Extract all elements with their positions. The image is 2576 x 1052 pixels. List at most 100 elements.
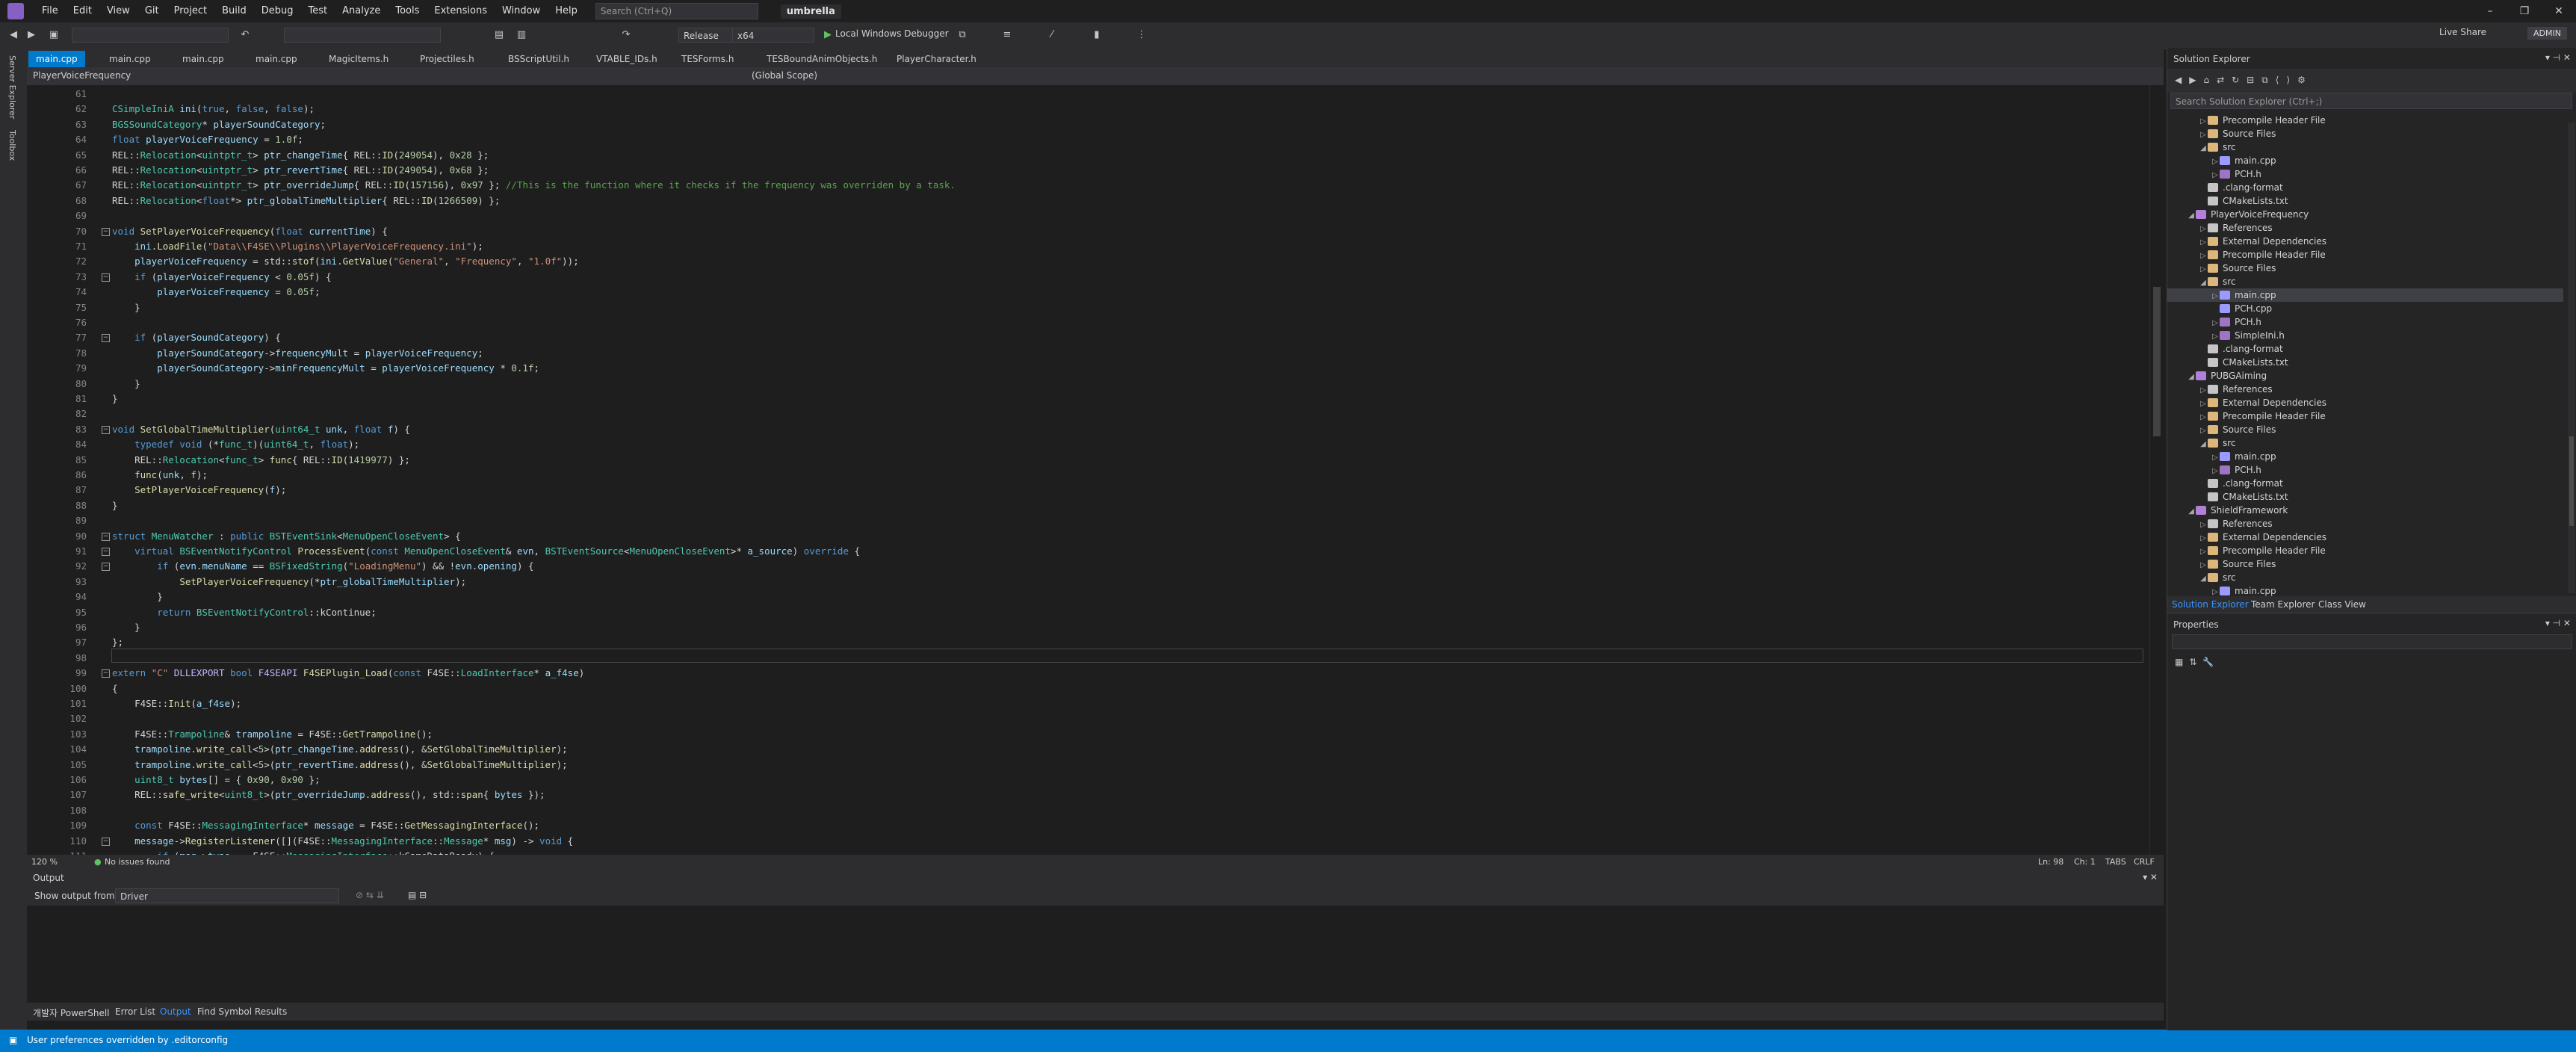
tab-document[interactable]: main.cpp (248, 51, 305, 67)
search-input[interactable]: Search (Ctrl+Q) (595, 3, 758, 19)
code-line[interactable]: virtual BSEventNotifyControl ProcessEven… (112, 544, 860, 559)
tree-item[interactable]: ◢ src (2167, 275, 2563, 288)
tab-document[interactable]: VTABLE_IDs.h (589, 51, 665, 67)
code-line[interactable]: SetPlayerVoiceFrequency(f); (112, 483, 286, 498)
start-debug-button[interactable]: Local Windows Debugger (835, 28, 949, 39)
tree-item[interactable]: ◢ src (2167, 140, 2563, 154)
code-line[interactable]: REL::Relocation<func_t> func{ REL::ID(14… (112, 453, 410, 468)
properties-toolbar-icons[interactable]: ▦⇅🔧 (2175, 657, 2220, 667)
tree-item[interactable]: ▷ Precompile Header File (2167, 544, 2563, 557)
tab-document[interactable]: PlayerCharacter.h (889, 51, 984, 67)
code-line[interactable]: if (playerVoiceFrequency < 0.05f) { (112, 270, 331, 285)
tab-document[interactable]: TESBoundAnimObjects.h (759, 51, 885, 67)
code-line[interactable]: F4SE::Trampoline& trampoline = F4SE::Get… (112, 727, 433, 742)
comment-icon[interactable]: ⁄ (1046, 29, 1058, 41)
code-line[interactable]: }; (112, 635, 123, 650)
tree-item[interactable]: ▷ Source Files (2167, 127, 2563, 140)
tree-item[interactable]: ◢ src (2167, 436, 2563, 450)
code-line[interactable]: REL::Relocation<float*> ptr_globalTimeMu… (112, 194, 500, 208)
code-line[interactable]: func(unk, f); (112, 468, 208, 483)
code-line[interactable]: typedef void (*func_t)(uint64_t, float); (112, 437, 359, 452)
attach-icon[interactable]: ⧉ (956, 29, 968, 41)
extra-icon[interactable]: ⋮ (1136, 29, 1148, 41)
panel-pin-close-icon[interactable]: ▾ ⊣ ✕ (2545, 52, 2571, 63)
bookmark-icon[interactable]: ▮ (1091, 29, 1103, 41)
output-content[interactable] (27, 906, 2164, 1003)
code-line[interactable]: { (112, 681, 118, 696)
word-wrap-icon[interactable]: ▤ ⊟ (408, 890, 427, 900)
code-line[interactable]: void SetPlayerVoiceFrequency(float curre… (112, 224, 388, 239)
properties-close-icon[interactable]: ▾ ⊣ ✕ (2545, 618, 2571, 628)
tab-class-view[interactable]: Class View (2318, 599, 2366, 610)
code-line[interactable]: const F4SE::MessagingInterface* message … (112, 818, 539, 833)
tree-item[interactable]: CMakeLists.txt (2167, 194, 2563, 208)
tree-item[interactable]: ▷ Precompile Header File (2167, 114, 2563, 127)
zoom-level[interactable]: 120 % (31, 857, 58, 867)
code-line[interactable]: } (112, 377, 140, 392)
code-line[interactable]: if (playerSoundCategory) { (112, 330, 281, 345)
code-line[interactable]: CSimpleIniA ini(true, false, false); (112, 102, 315, 117)
tree-item[interactable]: ▷ References (2167, 221, 2563, 235)
tree-item[interactable]: ▷ Precompile Header File (2167, 409, 2563, 423)
platform-select[interactable]: x64 (732, 28, 814, 43)
code-line[interactable]: playerSoundCategory->frequencyMult = pla… (112, 346, 483, 361)
tree-item[interactable]: ◢ PlayerVoiceFrequency (2167, 208, 2563, 221)
tree-item[interactable]: CMakeLists.txt (2167, 356, 2563, 369)
menu-item-file[interactable]: File (34, 0, 66, 22)
code-line[interactable]: F4SE::Init(a_f4se); (112, 696, 241, 711)
server-explorer-tab[interactable]: Server Explorer (7, 55, 17, 119)
toolbar-combo-1[interactable] (72, 28, 229, 43)
fold-toggle-icon[interactable]: − (102, 563, 110, 572)
output-close-icon[interactable]: ▾ ✕ (2143, 872, 2158, 882)
menu-item-edit[interactable]: Edit (66, 0, 99, 22)
tab-team-explorer[interactable]: Team Explorer (2251, 599, 2315, 610)
solution-search-input[interactable]: Search Solution Explorer (Ctrl+;) (2170, 93, 2572, 109)
tab-document[interactable]: Projectiles.h (412, 51, 482, 67)
code-line[interactable]: if (msg->type == F4SE::MessagingInterfac… (112, 849, 495, 855)
tab-find-symbol-results[interactable]: Find Symbol Results (197, 1006, 287, 1017)
live-share-button[interactable]: Live Share (2439, 27, 2486, 37)
tree-item[interactable]: ▷ PCH.h (2167, 315, 2563, 329)
fold-toggle-icon[interactable]: − (102, 425, 110, 434)
save-all-icon[interactable]: ▥ (515, 29, 527, 41)
menu-item-git[interactable]: Git (137, 0, 167, 22)
code-line[interactable]: uint8_t bytes[] = { 0x90, 0x90 }; (112, 773, 320, 788)
output-source-select[interactable]: Driver (115, 888, 339, 903)
close-icon[interactable]: ✕ (2542, 0, 2576, 22)
tree-item[interactable]: ▷ External Dependencies (2167, 396, 2563, 409)
menu-item-view[interactable]: View (99, 0, 137, 22)
menu-item-analyze[interactable]: Analyze (335, 0, 388, 22)
tab-document[interactable]: main.cpp (28, 51, 85, 67)
code-line[interactable]: return BSEventNotifyControl::kContinue; (112, 605, 377, 620)
code-line[interactable]: } (112, 620, 140, 635)
tree-item[interactable]: .clang-format (2167, 181, 2563, 194)
tab-solution-explorer[interactable]: Solution Explorer (2172, 599, 2249, 610)
menu-item-debug[interactable]: Debug (254, 0, 301, 22)
tree-item[interactable]: .clang-format (2167, 342, 2563, 356)
code-line[interactable]: REL::Relocation<uintptr_t> ptr_revertTim… (112, 163, 489, 178)
project-dropdown[interactable]: PlayerVoiceFrequency (33, 70, 131, 81)
code-line[interactable]: SetPlayerVoiceFrequency(*ptr_globalTimeM… (112, 575, 466, 590)
tree-item[interactable]: ▷ main.cpp (2167, 450, 2563, 463)
code-line[interactable]: void SetGlobalTimeMultiplier(uint64_t un… (112, 422, 410, 437)
minimize-icon[interactable]: – (2473, 0, 2507, 22)
new-project-icon[interactable]: ▣ (48, 29, 60, 41)
tree-item[interactable]: ▷ main.cpp (2167, 154, 2563, 167)
menu-item-project[interactable]: Project (167, 0, 214, 22)
code-line[interactable]: } (112, 300, 140, 315)
code-line[interactable]: playerVoiceFrequency = std::stof(ini.Get… (112, 254, 579, 269)
fold-toggle-icon[interactable]: − (102, 837, 110, 846)
code-line[interactable]: } (112, 498, 118, 513)
tree-item[interactable]: ▷ Source Files (2167, 557, 2563, 571)
code-line[interactable]: REL::safe_write<uint8_t>(ptr_overrideJum… (112, 788, 545, 802)
tree-item[interactable]: ▷ External Dependencies (2167, 530, 2563, 544)
fold-toggle-icon[interactable]: − (102, 548, 110, 556)
menu-item-test[interactable]: Test (301, 0, 335, 22)
tab-document[interactable]: main.cpp (175, 51, 232, 67)
toolbox-tab[interactable]: Toolbox (7, 130, 17, 161)
code-line[interactable]: REL::Relocation<uintptr_t> ptr_changeTim… (112, 148, 489, 163)
menu-item-help[interactable]: Help (548, 0, 585, 22)
code-line[interactable]: REL::Relocation<uintptr_t> ptr_overrideJ… (112, 178, 956, 193)
code-line[interactable]: } (112, 392, 118, 406)
code-line[interactable]: trampoline.write_call<5>(ptr_revertTime.… (112, 758, 568, 773)
